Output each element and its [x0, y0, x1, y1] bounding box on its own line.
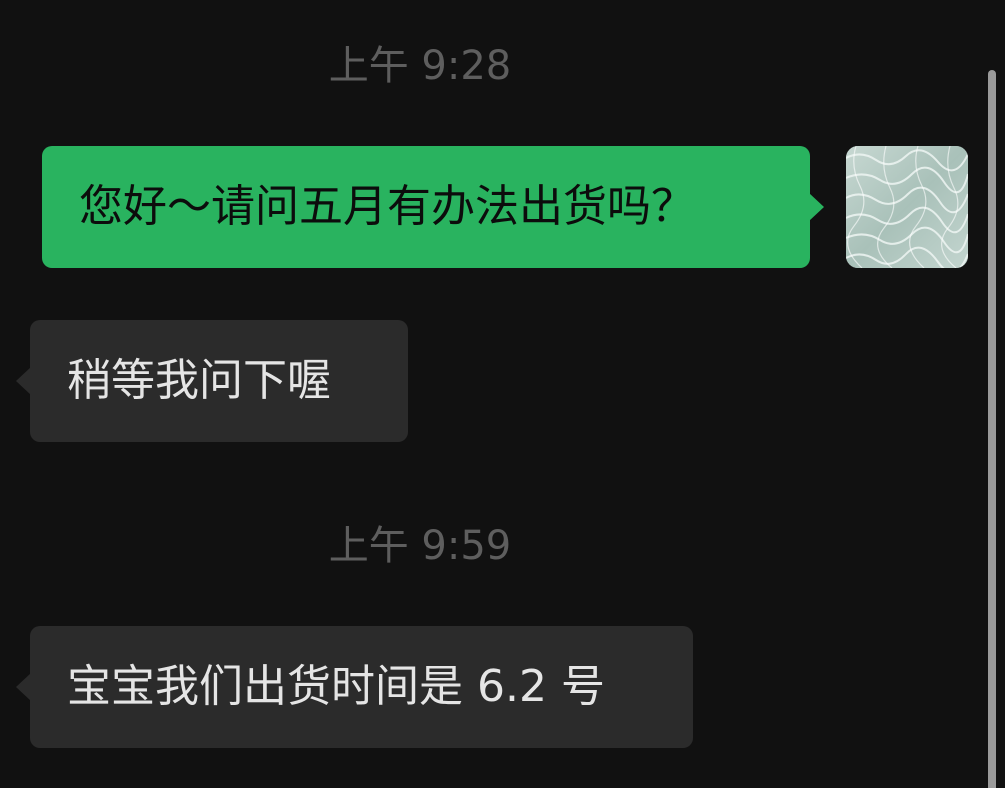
message-text: 宝宝我们出货时间是 6.2 号	[67, 661, 605, 712]
message-text: 稍等我问下喔	[67, 355, 331, 406]
timestamp-label: 上午 9:59	[328, 523, 512, 569]
incoming-message-bubble[interactable]: 稍等我问下喔	[16, 320, 408, 442]
incoming-message-bubble[interactable]: 宝宝我们出货时间是 6.2 号	[16, 626, 693, 748]
user-avatar[interactable]	[846, 146, 968, 268]
scrollbar[interactable]	[988, 70, 996, 788]
chat-view: 上午 9:28 您好～请问五月有办法出货吗？ 稍等我问下喔 上午 9:59 宝宝…	[0, 0, 1005, 788]
timestamp-label: 上午 9:28	[328, 43, 512, 89]
avatar-image	[846, 146, 968, 268]
message-text: 您好～请问五月有办法出货吗？	[79, 181, 695, 232]
outgoing-message-bubble[interactable]: 您好～请问五月有办法出货吗？	[42, 146, 824, 268]
